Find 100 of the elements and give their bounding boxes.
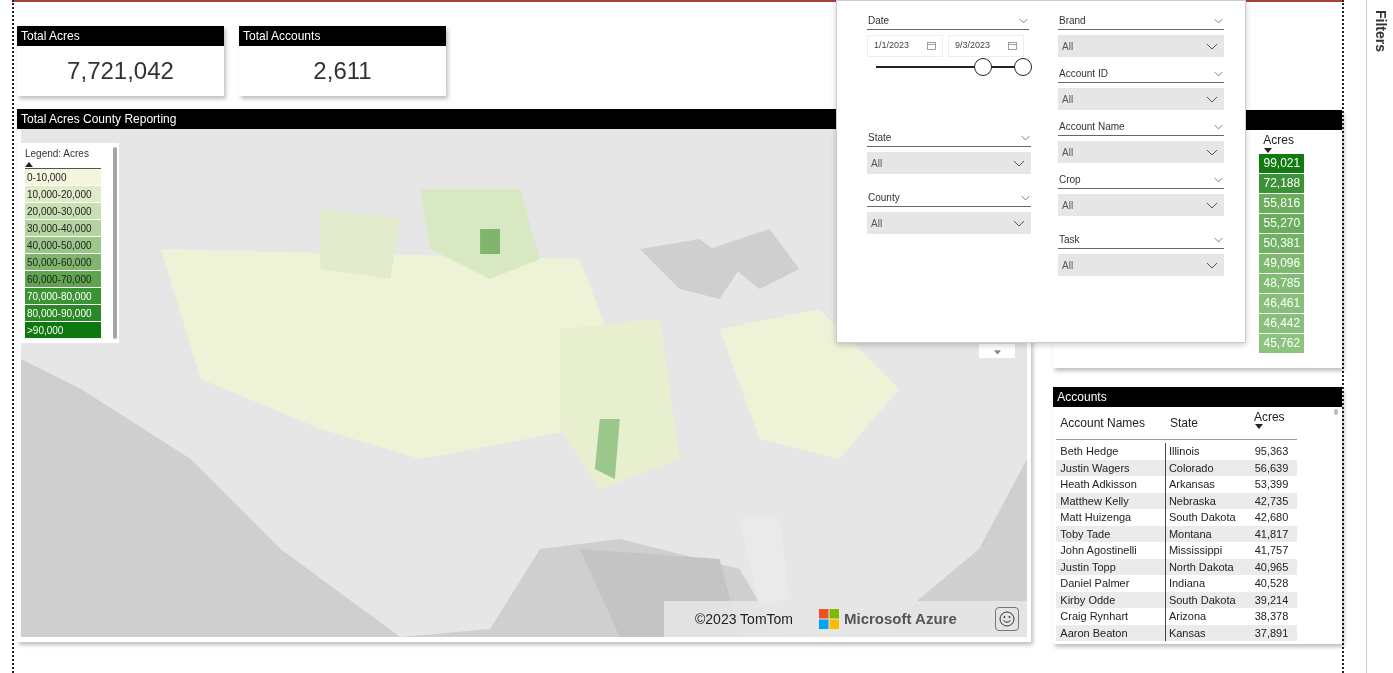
collapse-chevron-icon xyxy=(1214,123,1223,130)
legend-item: 80,000-90,000 xyxy=(25,305,101,322)
legend-item: 50,000-60,000 xyxy=(25,254,101,271)
collapse-chevron-icon xyxy=(1021,134,1030,141)
slicer-label: State xyxy=(868,131,892,145)
slider-thumb[interactable] xyxy=(974,58,993,76)
table-cell: 55,270 xyxy=(1259,214,1305,233)
legend-title: Legend: Acres xyxy=(25,147,90,161)
legend-item: 0-10,000 xyxy=(25,169,101,186)
sort-descending-icon[interactable] xyxy=(1254,424,1263,429)
slicer-dropdown[interactable]: All xyxy=(867,212,1031,234)
table-cell-text: 56,639 xyxy=(1253,460,1290,476)
collapse-chevron-icon xyxy=(1214,236,1223,243)
smiley-icon xyxy=(999,611,1015,627)
table-cell-text: 40,528 xyxy=(1253,576,1290,591)
table-cell: 50,381 xyxy=(1259,234,1305,253)
table-cell: Beth Hedge xyxy=(1056,443,1166,460)
slicer-label: Brand xyxy=(1059,14,1086,28)
chevron-down-icon xyxy=(1206,148,1218,156)
card-title: Total Accounts xyxy=(239,26,446,46)
scrollbar[interactable] xyxy=(113,147,117,339)
table-cell-text: 53,399 xyxy=(1253,477,1290,492)
table-cell: 46,442 xyxy=(1259,314,1305,333)
table-cell: 55,816 xyxy=(1259,194,1305,213)
table-cell-text: 41,817 xyxy=(1253,526,1290,542)
scrollbar[interactable] xyxy=(1334,409,1338,415)
legend-item: >90,000 xyxy=(25,322,101,339)
table-cell-text: Arkansas xyxy=(1167,477,1216,492)
collapse-chevron-icon xyxy=(1214,17,1223,24)
table-cell-text: 38,378 xyxy=(1253,609,1290,624)
calendar-icon xyxy=(1008,42,1017,50)
slicer-label: Date xyxy=(868,14,890,28)
table-cell: 99,021 xyxy=(1259,154,1305,173)
calendar-icon xyxy=(927,42,936,50)
table-cell-text: Mississippi xyxy=(1167,543,1224,558)
visual-title: Accounts xyxy=(1053,387,1342,407)
table-cell-text: Kansas xyxy=(1167,625,1207,641)
legend-item: 40,000-50,000 xyxy=(25,237,101,254)
chevron-down-icon xyxy=(1206,95,1218,103)
table-cell: Aaron Beaton xyxy=(1056,624,1166,641)
sort-ascending-icon[interactable] xyxy=(25,162,33,167)
table-cell: Heath Adkisson xyxy=(1056,476,1166,493)
table-cell-text: Colorado xyxy=(1167,460,1215,476)
copyright-text: ©2023 TomTom xyxy=(695,609,793,629)
table-cell-text: Illinois xyxy=(1167,444,1201,459)
table-cell-text: Montana xyxy=(1167,526,1213,542)
slicer-dropdown[interactable]: All xyxy=(1058,194,1224,216)
date-field[interactable]: 9/3/2023 xyxy=(948,35,1024,57)
column-header[interactable]: Acres xyxy=(1253,410,1285,424)
table-cell-text: 42,680 xyxy=(1253,510,1290,525)
table-cell-text: 37,891 xyxy=(1253,625,1290,641)
slicer-label: Account Name xyxy=(1059,120,1125,134)
slicer-dropdown[interactable]: All xyxy=(1058,35,1224,57)
date-field[interactable]: 1/1/2023 xyxy=(867,35,943,57)
chevron-down-icon xyxy=(1013,159,1025,167)
slicer-label: County xyxy=(868,191,900,205)
card-title: Total Acres xyxy=(17,26,224,46)
slicer-dropdown[interactable]: All xyxy=(867,152,1031,174)
legend-item: 70,000-80,000 xyxy=(25,288,101,305)
table-cell: John Agostinelli xyxy=(1056,542,1166,559)
slider-thumb[interactable] xyxy=(1014,58,1032,76)
feedback-button[interactable] xyxy=(995,607,1019,631)
table-cell-text: Nebraska xyxy=(1167,493,1217,509)
brand-text: Microsoft Azure xyxy=(844,608,957,629)
table-cell: 48,785 xyxy=(1259,274,1305,293)
table-cell-text: Arizona xyxy=(1167,609,1208,624)
slicer-label: Account ID xyxy=(1059,67,1108,81)
table-cell-text: 41,757 xyxy=(1253,543,1290,558)
collapse-chevron-icon xyxy=(1021,194,1030,201)
column-header[interactable]: Acres xyxy=(1259,133,1342,147)
slicer-label: Task xyxy=(1059,233,1080,247)
legend-item: 10,000-20,000 xyxy=(25,186,101,203)
table-cell: Daniel Palmer xyxy=(1056,575,1166,592)
legend-item: 20,000-30,000 xyxy=(25,203,101,220)
table-cell: 49,096 xyxy=(1259,254,1305,273)
table-cell-text: North Dakota xyxy=(1167,559,1235,575)
slicer-dropdown[interactable]: All xyxy=(1058,254,1224,276)
table-cell-text: South Dakota xyxy=(1167,510,1237,525)
table-cell: Kirby Odde xyxy=(1056,591,1166,608)
table-cell: Toby Tade xyxy=(1056,525,1166,542)
four-squares-logo-icon xyxy=(819,609,839,629)
legend-item: 60,000-70,000 xyxy=(25,271,101,288)
table-cell-text: Indiana xyxy=(1167,576,1206,591)
table-cell: 45,762 xyxy=(1259,334,1305,353)
legend-item: 30,000-40,000 xyxy=(25,220,101,237)
table-cell-text: 95,363 xyxy=(1253,444,1290,459)
filters-pane-title[interactable]: Filters xyxy=(1370,10,1391,52)
collapse-chevron-icon xyxy=(1019,17,1028,24)
collapse-chevron-icon xyxy=(1214,176,1223,183)
table-cell: Matthew Kelly xyxy=(1056,492,1166,509)
column-header[interactable]: Account Names xyxy=(1060,416,1145,430)
column-header[interactable]: State xyxy=(1169,416,1198,430)
table-cell-text: South Dakota xyxy=(1167,592,1237,608)
chevron-down-icon xyxy=(1206,42,1218,50)
slicer-label: Crop xyxy=(1059,173,1081,187)
slicer-dropdown[interactable]: All xyxy=(1058,88,1224,110)
card-value: 7,721,042 xyxy=(66,56,175,86)
caret-down-icon xyxy=(993,350,1001,355)
chevron-down-icon xyxy=(1206,261,1218,269)
slicer-dropdown[interactable]: All xyxy=(1058,141,1224,163)
